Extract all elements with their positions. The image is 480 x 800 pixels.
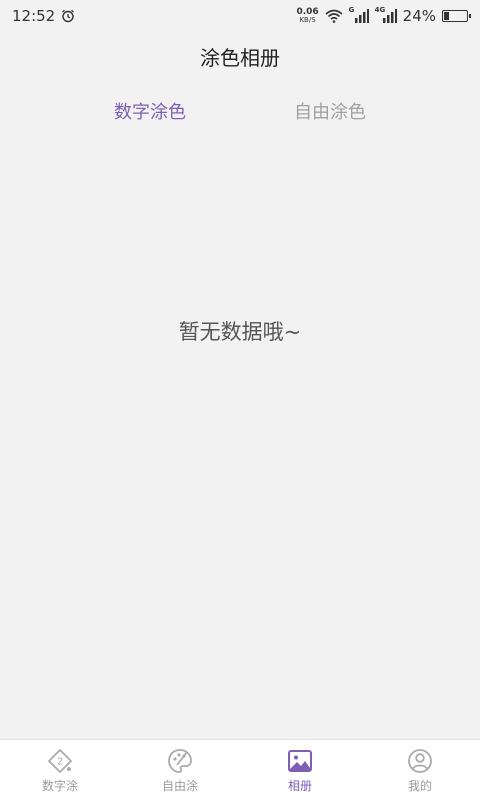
palette-icon [168, 748, 192, 773]
screen: 12:52 0.06 KB/S G 4G 24% 涂色相册 数字涂色 自由涂色 … [0, 0, 480, 800]
signal-icon-2: 4G [375, 6, 397, 23]
nav-item-free-paint[interactable]: 自由涂 [120, 740, 240, 800]
tab-bar: 数字涂色 自由涂色 [0, 98, 480, 130]
battery-fill [444, 12, 449, 20]
nav-label-profile: 我的 [407, 778, 432, 793]
net-speed-unit: KB/S [299, 16, 316, 24]
nav-label-number-paint: 数字涂 [41, 778, 78, 793]
nav-item-gallery[interactable]: 相册 [240, 740, 360, 800]
tab-number-coloring[interactable]: 数字涂色 [114, 98, 186, 124]
empty-state-message: 暂无数据哦~ [178, 320, 302, 344]
page-title: 涂色相册 [200, 46, 280, 70]
network-speed: 0.06 KB/S [296, 7, 319, 25]
nav-label-free-paint: 自由涂 [161, 778, 198, 793]
gallery-icon [288, 749, 312, 772]
status-right: 0.06 KB/S G 4G 24% [296, 6, 471, 25]
svg-text:2: 2 [57, 756, 63, 767]
nav-label-gallery: 相册 [287, 778, 312, 793]
bottom-nav: 2 数字涂 自由涂 相册 我的 [0, 739, 480, 800]
signal-icon-1: G [349, 6, 369, 23]
status-bar: 12:52 0.06 KB/S G 4G 24% [0, 0, 480, 32]
profile-icon [408, 748, 432, 773]
net-speed-value: 0.06 [296, 7, 319, 17]
battery-percent: 24% [402, 7, 436, 25]
nav-item-profile[interactable]: 我的 [360, 740, 480, 800]
alarm-clock-icon [62, 9, 75, 23]
status-left: 12:52 [12, 7, 75, 25]
number-paint-icon: 2 [48, 748, 72, 773]
tab-free-coloring[interactable]: 自由涂色 [294, 98, 366, 124]
nav-item-number-paint[interactable]: 2 数字涂 [0, 740, 120, 800]
battery-icon [442, 10, 471, 22]
wifi-icon [325, 9, 343, 23]
status-time: 12:52 [12, 7, 56, 25]
